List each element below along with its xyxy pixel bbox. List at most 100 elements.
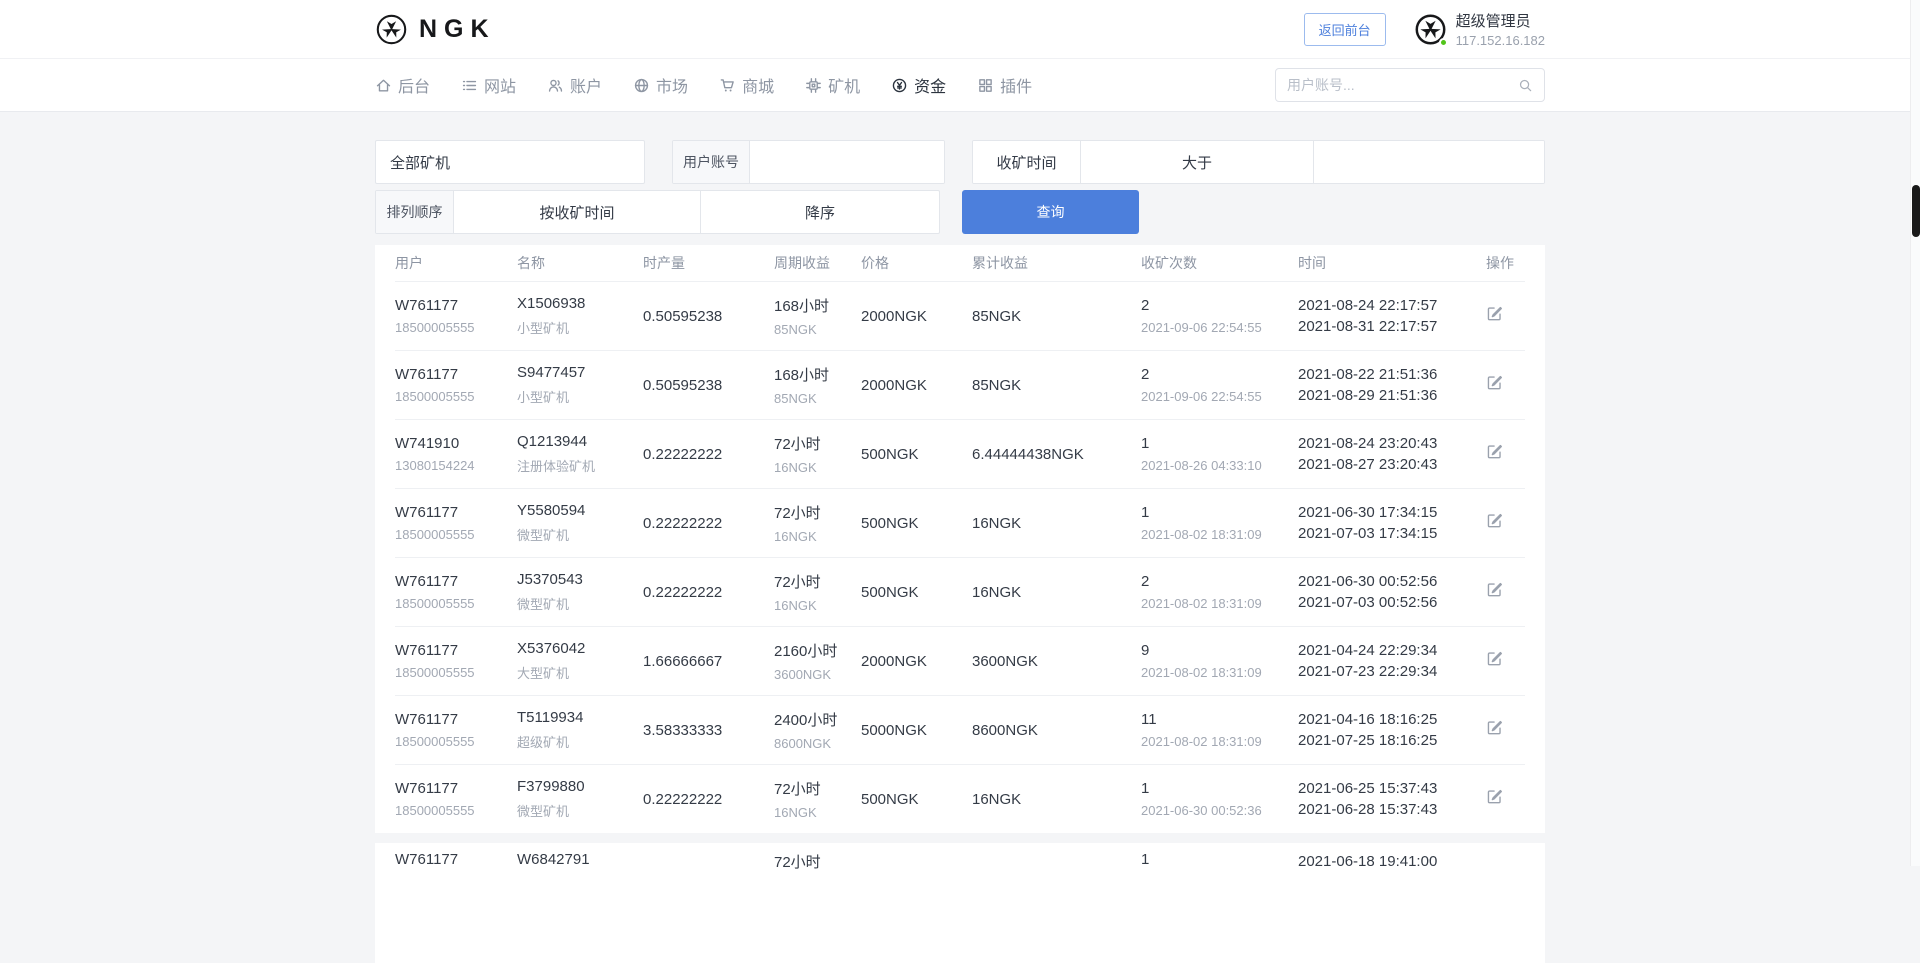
row-user: W761177 [395,851,517,868]
nav-item-backend[interactable]: 后台 [375,73,430,97]
row-phone: 18500005555 [395,665,517,680]
row-harvest-count: 1 [1141,851,1298,868]
row-price: 5000NGK [861,722,972,739]
row-time-start: 2021-06-18 19:41:00 [1298,851,1486,872]
row-time-start: 2021-04-16 18:16:25 [1298,709,1486,730]
row-phone: 13080154224 [395,458,517,473]
machine-type-select[interactable]: 全部矿机 [375,140,645,184]
row-name: F3799880 [517,778,643,795]
search-input[interactable] [1287,77,1518,93]
edit-icon[interactable] [1486,650,1503,667]
scrollbar-thumb[interactable] [1912,185,1920,237]
row-total-income: 6.44444438NGK [972,446,1141,463]
sort-group: 排列顺序 按收矿时间 降序 [375,190,940,234]
row-hourly-output: 0.50595238 [643,308,774,325]
row-harvest-count: 11 [1141,711,1298,728]
brand: NGK [375,13,496,46]
row-hourly-output: 0.22222222 [643,791,774,808]
row-phone: 18500005555 [395,389,517,404]
row-name: X1506938 [517,295,643,312]
row-harvest-count: 1 [1141,435,1298,452]
row-price: 500NGK [861,515,972,532]
row-machine-type: 微型矿机 [517,594,643,613]
sort-label: 排列顺序 [376,191,454,233]
sort-direction-select[interactable]: 降序 [701,191,939,233]
navbar-search [1275,68,1545,102]
row-time-end: 2021-07-03 00:52:56 [1298,592,1486,613]
edit-icon[interactable] [1486,305,1503,322]
query-button[interactable]: 查询 [962,190,1139,234]
nav-item-plugins[interactable]: 插件 [977,73,1032,97]
top-header: NGK 返回前台 超级管理员 [0,0,1920,59]
row-time-start: 2021-06-30 17:34:15 [1298,502,1486,523]
row-period: 72小时 [774,433,861,454]
table-row: W761177 18500005555 T5119934 超级矿机 3.5833… [395,695,1525,764]
row-period: 72小时 [774,778,861,799]
time-operator-select[interactable]: 大于 [1081,141,1314,183]
row-machine-type: 小型矿机 [517,318,643,337]
filter-row-2: 排列顺序 按收矿时间 降序 查询 [375,190,1545,234]
ngk-logo-icon [375,13,408,46]
row-harvest-time: 2021-08-02 18:31:09 [1141,527,1298,542]
row-price: 2000NGK [861,377,972,394]
row-time-end: 2021-06-28 15:37:43 [1298,799,1486,820]
account-filter-input[interactable] [750,141,944,183]
nav-item-funds[interactable]: 资金 [891,73,946,97]
row-name: W6842791 [517,851,643,868]
row-name: S9477457 [517,364,643,381]
miners-table: 用户 名称 时产量 周期收益 价格 累计收益 收矿次数 时间 操作 W76117… [375,245,1545,833]
edit-icon[interactable] [1486,443,1503,460]
row-machine-type: 超级矿机 [517,732,643,751]
search-icon[interactable] [1518,78,1533,93]
row-phone: 18500005555 [395,734,517,749]
page-scrollbar[interactable] [1910,0,1920,866]
user-box[interactable]: 超级管理员 117.152.16.182 [1414,10,1545,48]
col-time: 时间 [1298,253,1486,273]
nav-item-market[interactable]: 市场 [633,73,688,97]
row-harvest-count: 1 [1141,780,1298,797]
row-harvest-time: 2021-06-30 00:52:36 [1141,803,1298,818]
row-hourly-output: 0.50595238 [643,377,774,394]
col-harvest-count: 收矿次数 [1141,253,1298,273]
edit-icon[interactable] [1486,788,1503,805]
nav-item-accounts[interactable]: 账户 [547,73,602,97]
edit-icon[interactable] [1486,581,1503,598]
row-price: 2000NGK [861,308,972,325]
harvest-time-input[interactable] [1314,141,1544,183]
row-time-end: 2021-08-27 23:20:43 [1298,454,1486,475]
nav-item-website[interactable]: 网站 [461,73,516,97]
row-price: 500NGK [861,584,972,601]
account-filter-label: 用户账号 [673,141,750,183]
row-period-income: 16NGK [774,598,861,613]
row-harvest-time: 2021-08-02 18:31:09 [1141,665,1298,680]
row-hourly-output: 0.22222222 [643,584,774,601]
row-name: Y5580594 [517,502,643,519]
row-harvest-time: 2021-08-02 18:31:09 [1141,596,1298,611]
globe-icon [633,77,650,94]
edit-icon[interactable] [1486,512,1503,529]
brand-name: NGK [419,15,496,44]
row-period: 72小时 [774,851,861,872]
row-user: W761177 [395,504,517,521]
row-period-income: 16NGK [774,805,861,820]
home-icon [375,77,392,94]
nav-item-miners[interactable]: 矿机 [805,73,860,97]
sort-field-select[interactable]: 按收矿时间 [454,191,701,233]
row-period-income: 3600NGK [774,667,861,682]
row-period: 2400小时 [774,709,861,730]
table-row: W761177 18500005555 X1506938 小型矿机 0.5059… [395,281,1525,350]
nav-item-mall[interactable]: 商城 [719,73,774,97]
row-total-income: 85NGK [972,377,1141,394]
col-period-income: 周期收益 [774,253,861,273]
edit-icon[interactable] [1486,719,1503,736]
row-harvest-time: 2021-09-06 22:54:55 [1141,320,1298,335]
table-row: W761177 18500005555 Y5580594 微型矿机 0.2222… [395,488,1525,557]
row-user: W761177 [395,711,517,728]
edit-icon[interactable] [1486,374,1503,391]
col-price: 价格 [861,253,972,273]
row-hourly-output: 0.22222222 [643,446,774,463]
row-time-start: 2021-08-24 22:17:57 [1298,295,1486,316]
row-user: W741910 [395,435,517,452]
back-to-front-button[interactable]: 返回前台 [1304,13,1386,46]
row-time-end: 2021-07-03 17:34:15 [1298,523,1486,544]
